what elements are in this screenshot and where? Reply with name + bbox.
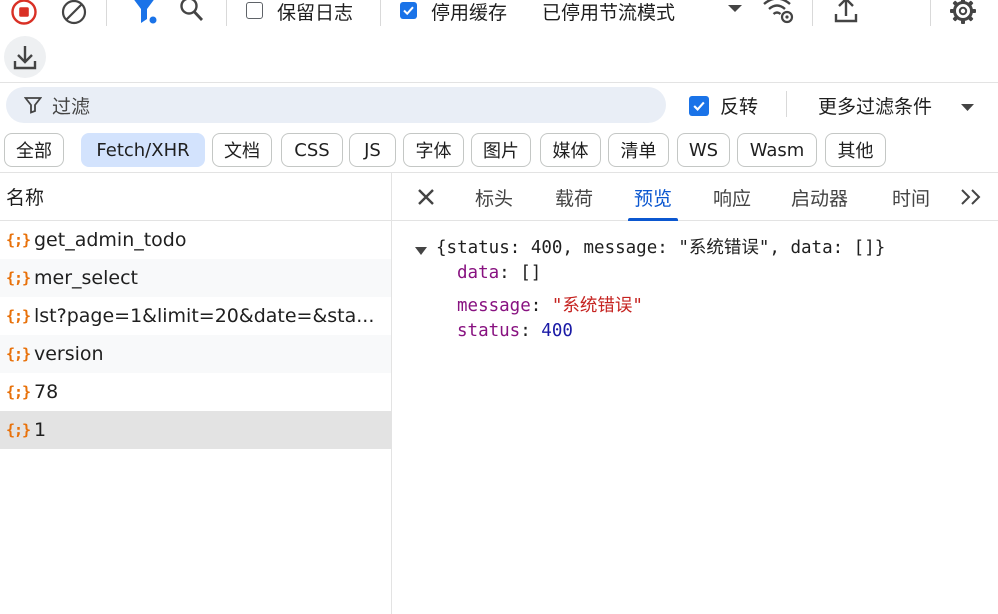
- toolbar-divider: [930, 0, 931, 26]
- request-row-selected[interactable]: {;} 1: [0, 411, 391, 449]
- filter-placeholder: 过滤: [52, 95, 91, 118]
- chip-other[interactable]: 其他: [825, 133, 886, 167]
- json-summary[interactable]: {status: 400, message: "系统错误", data: []}: [436, 234, 885, 259]
- request-row[interactable]: {;} version: [0, 335, 391, 373]
- clear-icon[interactable]: [58, 0, 90, 28]
- request-row[interactable]: {;} 78: [0, 373, 391, 411]
- search-icon[interactable]: [176, 0, 208, 26]
- xhr-icon: {;}: [6, 269, 31, 287]
- expand-triangle-icon[interactable]: [414, 241, 428, 261]
- name-column-header[interactable]: 名称: [0, 173, 391, 221]
- filter-icon: [24, 96, 42, 114]
- request-name: version: [34, 343, 104, 365]
- invert-label: 反转: [720, 96, 759, 118]
- chip-all[interactable]: 全部: [4, 133, 64, 167]
- chip-ws[interactable]: WS: [677, 133, 730, 167]
- gear-icon[interactable]: [946, 0, 980, 28]
- tab-preview[interactable]: 预览: [627, 173, 679, 221]
- request-name: lst?page=1&limit=20&date=&sta...: [34, 305, 375, 327]
- tab-initiator[interactable]: 启动器: [791, 173, 848, 221]
- more-tabs-icon[interactable]: [960, 173, 984, 221]
- xhr-icon: {;}: [6, 421, 31, 439]
- filter-funnel-icon[interactable]: [128, 0, 160, 26]
- xhr-icon: {;}: [6, 307, 31, 325]
- detail-tabs: 标头 载荷 预览 响应 启动器 时间: [392, 173, 998, 221]
- json-key: status: [457, 321, 521, 341]
- request-name: 1: [34, 419, 47, 441]
- tab-response[interactable]: 响应: [713, 173, 751, 221]
- export-download-icon[interactable]: [4, 36, 46, 78]
- xhr-icon: {;}: [6, 231, 31, 249]
- tab-payload[interactable]: 载荷: [555, 173, 593, 221]
- chevron-down-icon[interactable]: [724, 0, 746, 22]
- disable-cache-label: 停用缓存: [431, 2, 508, 24]
- filter-bar: 过滤 反转 更多过滤条件: [0, 82, 998, 128]
- json-value: 400: [541, 321, 573, 341]
- toolbar-divider: [106, 0, 107, 26]
- resource-type-filters: 全部 Fetch/XHR 文档 CSS JS 字体 图片 媒体 清单 WS Wa…: [0, 130, 998, 173]
- json-value: []: [520, 263, 542, 283]
- chip-doc[interactable]: 文档: [212, 133, 272, 167]
- toolbar-divider: [786, 91, 787, 117]
- xhr-icon: {;}: [6, 383, 31, 401]
- preserve-log-checkbox[interactable]: [246, 2, 263, 19]
- chip-js[interactable]: JS: [349, 133, 396, 167]
- request-name: get_admin_todo: [34, 229, 187, 251]
- json-field-message: message: "系统错误": [457, 292, 643, 317]
- json-colon: :: [520, 321, 542, 341]
- json-key: message: [457, 296, 531, 316]
- toolbar-divider: [812, 0, 813, 26]
- xhr-icon: {;}: [6, 345, 31, 363]
- json-colon: :: [530, 296, 552, 316]
- request-name: mer_select: [34, 267, 138, 289]
- filter-input[interactable]: 过滤: [6, 87, 666, 123]
- request-row[interactable]: {;} mer_select: [0, 259, 391, 297]
- network-toolbar: 保留日志 停用缓存 已停用节流模式: [0, 0, 998, 83]
- close-icon[interactable]: [416, 173, 436, 221]
- chip-wasm[interactable]: Wasm: [737, 133, 817, 167]
- chip-css[interactable]: CSS: [281, 133, 343, 167]
- more-filters-button[interactable]: 更多过滤条件: [818, 92, 932, 119]
- chip-font[interactable]: 字体: [403, 133, 464, 167]
- request-row[interactable]: {;} lst?page=1&limit=20&date=&sta...: [0, 297, 391, 335]
- json-colon: :: [499, 263, 521, 283]
- toolbar-divider: [380, 0, 381, 26]
- tab-headers[interactable]: 标头: [475, 173, 513, 221]
- chip-manifest[interactable]: 清单: [608, 133, 669, 167]
- chip-media[interactable]: 媒体: [540, 133, 601, 167]
- request-list-pane: 名称 {;} get_admin_todo {;} mer_select {;}…: [0, 173, 392, 614]
- json-value: "系统错误": [551, 296, 643, 316]
- import-upload-icon[interactable]: [830, 0, 862, 26]
- json-key: data: [457, 263, 500, 283]
- invert-checkbox[interactable]: [689, 96, 709, 116]
- request-detail-pane: 标头 载荷 预览 响应 启动器 时间 {status: 400, message…: [392, 173, 998, 614]
- preserve-log-label: 保留日志: [277, 2, 354, 24]
- json-field-status: status: 400: [457, 321, 573, 341]
- throttling-select[interactable]: 已停用节流模式: [542, 0, 675, 25]
- chip-img[interactable]: 图片: [471, 133, 531, 167]
- chevron-down-icon[interactable]: [960, 98, 975, 117]
- disable-cache-checkbox[interactable]: [400, 2, 417, 19]
- json-field-data: data: []: [457, 263, 541, 283]
- stop-recording-icon[interactable]: [8, 0, 40, 28]
- request-name: 78: [34, 381, 59, 403]
- toolbar-divider: [226, 0, 227, 26]
- network-conditions-icon[interactable]: [760, 0, 796, 26]
- tab-timing[interactable]: 时间: [892, 173, 930, 221]
- chip-fetch-xhr[interactable]: Fetch/XHR: [81, 133, 205, 167]
- request-row[interactable]: {;} get_admin_todo: [0, 221, 391, 259]
